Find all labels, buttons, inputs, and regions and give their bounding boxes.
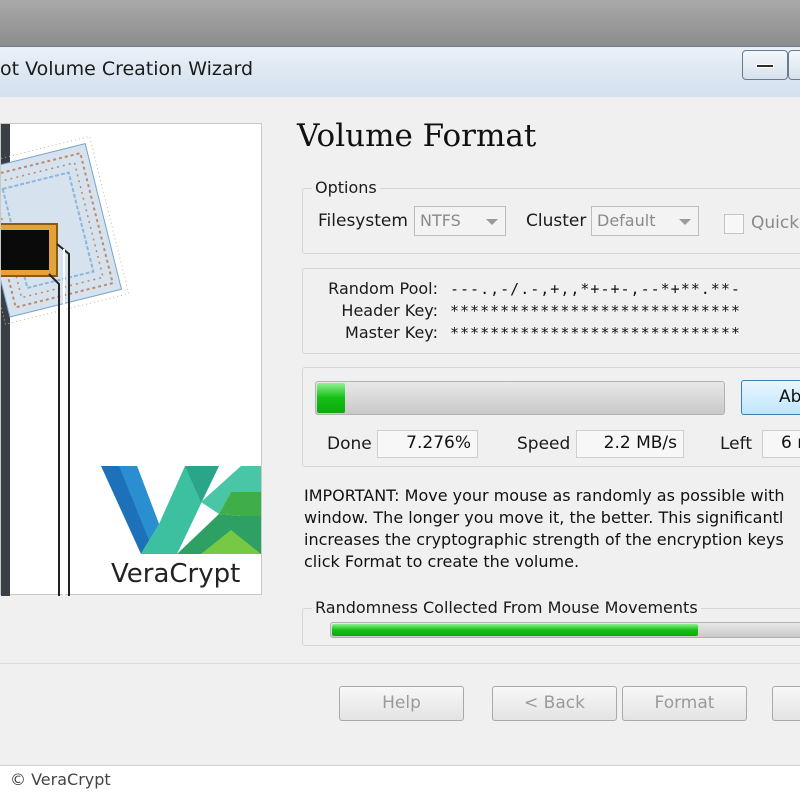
window-title: ot Volume Creation Wizard xyxy=(0,58,254,80)
randomness-progress-bar xyxy=(330,622,800,638)
abort-button[interactable]: Ab xyxy=(741,380,800,415)
minimize-icon xyxy=(756,64,774,68)
filesystem-select[interactable]: NTFS xyxy=(414,206,506,236)
time-left-label: Left xyxy=(720,434,752,454)
filesystem-value: NTFS xyxy=(420,211,461,230)
speed-value: 2.2 MB/s xyxy=(576,430,684,458)
quick-format-label: Quick xyxy=(751,213,800,233)
cluster-value: Default xyxy=(597,211,656,230)
divider xyxy=(0,663,800,664)
copyright-text: © VeraCrypt xyxy=(10,770,111,789)
help-button[interactable]: Help xyxy=(339,686,464,721)
veracrypt-logo-icon xyxy=(101,466,261,554)
cluster-label: Cluster xyxy=(526,211,587,231)
cluster-select[interactable]: Default xyxy=(591,206,699,236)
master-key-label: Master Key: xyxy=(345,323,438,342)
important-line: increases the cryptographic strength of … xyxy=(304,530,784,549)
footer xyxy=(0,765,800,801)
format-progress-fill xyxy=(317,383,345,413)
done-value: 7.276% xyxy=(377,430,478,458)
wizard-artwork: VeraCrypt xyxy=(0,123,262,596)
important-line: window. The longer you move it, the bett… xyxy=(304,508,784,527)
chevron-down-icon xyxy=(486,219,498,225)
speed-label: Speed xyxy=(517,434,571,454)
important-line: click Format to create the volume. xyxy=(304,552,580,571)
next-button[interactable] xyxy=(772,686,800,721)
veracrypt-logo-text: VeraCrypt xyxy=(111,559,241,589)
chevron-down-icon xyxy=(679,219,691,225)
important-notice: IMPORTANT: Move your mouse as randomly a… xyxy=(304,485,800,573)
back-button[interactable]: < Back xyxy=(492,686,617,721)
header-key-label: Header Key: xyxy=(341,301,438,320)
page-title: Volume Format xyxy=(297,118,537,154)
important-line: IMPORTANT: Move your mouse as randomly a… xyxy=(304,486,785,505)
format-button[interactable]: Format xyxy=(622,686,747,721)
randomness-legend: Randomness Collected From Mouse Movement… xyxy=(312,598,701,617)
time-left-value: 6 r xyxy=(762,430,800,458)
background-band xyxy=(0,0,800,46)
format-progress-bar xyxy=(315,381,725,415)
quick-format-checkbox[interactable] xyxy=(724,214,744,234)
done-label: Done xyxy=(327,434,372,454)
randomness-progress-fill xyxy=(332,624,699,636)
maximize-button[interactable] xyxy=(788,50,800,80)
header-key-value: ***************************** xyxy=(450,302,741,320)
minimize-button[interactable] xyxy=(742,50,788,80)
master-key-value: ***************************** xyxy=(450,324,741,342)
options-legend: Options xyxy=(312,178,380,197)
random-pool-value: ---.,-/.-,+,,*+-+-,--*+**.**- xyxy=(450,280,741,298)
random-pool-label: Random Pool: xyxy=(328,279,438,298)
filesystem-label: Filesystem xyxy=(318,211,408,231)
